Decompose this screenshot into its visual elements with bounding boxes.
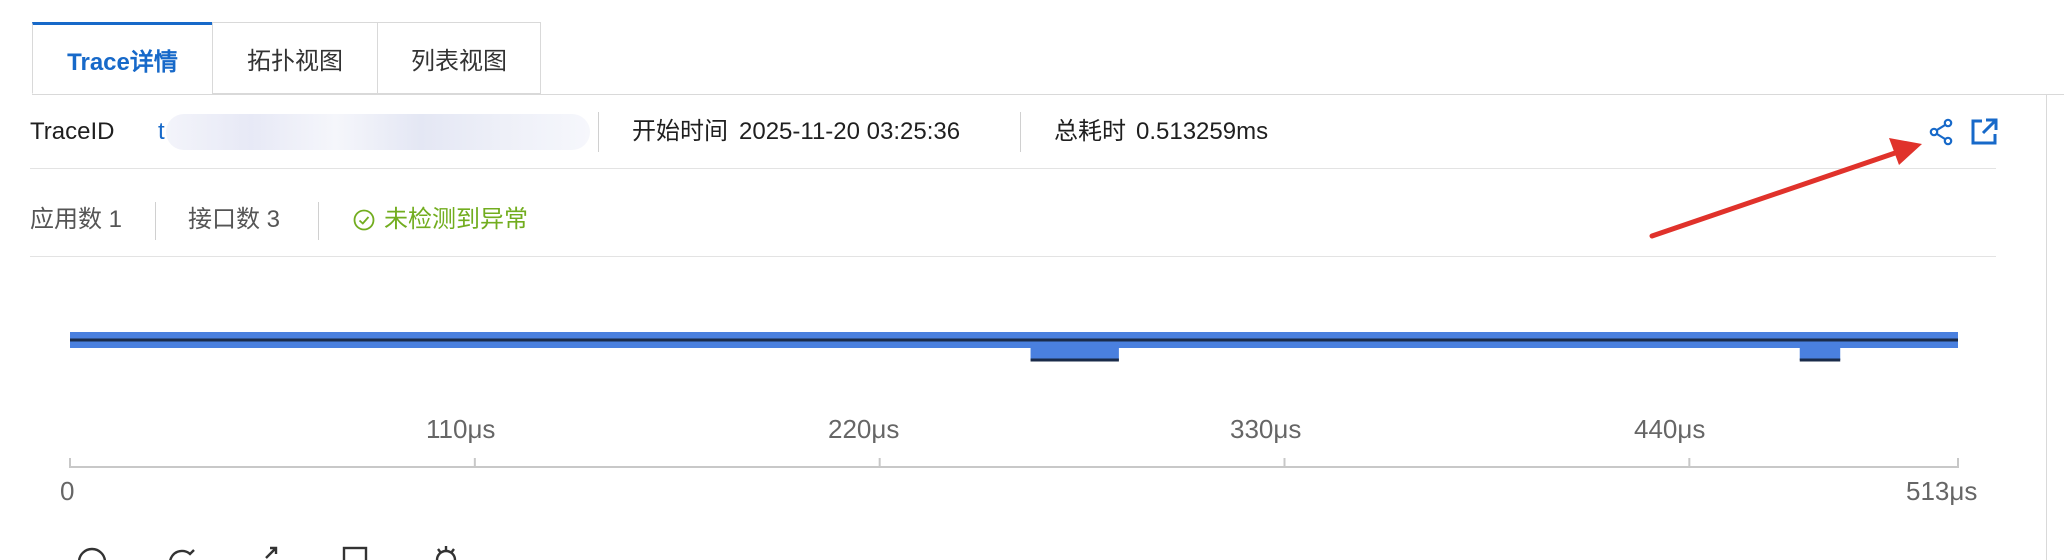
tab-topology-view[interactable]: 拓扑视图 <box>212 22 377 94</box>
axis-tick-label: 220μs <box>828 414 900 444</box>
duration-value: 0.513259ms <box>1136 118 1269 145</box>
tab-trace-detail[interactable]: Trace详情 <box>32 22 212 94</box>
tab-bar: Trace详情 拓扑视图 列表视图 <box>32 22 541 94</box>
check-circle-icon <box>352 208 376 237</box>
divider <box>30 256 1996 257</box>
open-external-icon[interactable] <box>1968 116 2000 148</box>
axis-tick-label: 440μs <box>1634 414 1706 444</box>
trace-id-redacted <box>166 114 590 150</box>
divider <box>155 202 156 240</box>
share-icon[interactable] <box>1926 116 1958 148</box>
panel-border <box>2046 94 2047 560</box>
stats-row: 应用数 1 接口数 3 未检测到异常 <box>30 200 1030 240</box>
divider <box>30 168 1996 169</box>
window-icon[interactable] <box>342 546 368 560</box>
interface-count: 接口数 3 <box>188 206 281 233</box>
start-time-value: 2025-11-20 03:25:36 <box>739 118 961 145</box>
redo-icon[interactable] <box>169 549 195 560</box>
trace-info-row: TraceID t 开始时间 2025-11-20 03:25:36 总耗时 0… <box>30 108 2000 156</box>
duration-label: 总耗时 <box>1054 118 1126 145</box>
trace-id-value[interactable]: t <box>158 118 165 146</box>
toolbar-bottom <box>70 544 490 560</box>
clock-icon[interactable] <box>77 547 107 560</box>
span-bar <box>70 332 1958 348</box>
axis-tick-label: 0 <box>60 476 75 506</box>
anomaly-status: 未检测到异常 <box>384 206 528 233</box>
axis-tick-label: 330μs <box>1230 414 1302 444</box>
span-bar <box>1799 344 1841 360</box>
app-count: 应用数 1 <box>30 206 123 233</box>
tab-list-view[interactable]: 列表视图 <box>377 22 541 94</box>
expand-icon[interactable] <box>265 546 278 559</box>
start-time-label: 开始时间 <box>632 118 728 145</box>
divider <box>598 112 599 152</box>
settings-icon[interactable] <box>435 546 457 560</box>
tab-divider <box>32 94 2064 95</box>
axis-tick-label: 110μs <box>426 414 496 444</box>
span-bar <box>1030 344 1119 360</box>
trace-id-label: TraceID <box>30 118 115 145</box>
divider <box>1020 112 1021 152</box>
axis-tick-label: 513μs <box>1906 476 1978 506</box>
divider <box>318 202 319 240</box>
